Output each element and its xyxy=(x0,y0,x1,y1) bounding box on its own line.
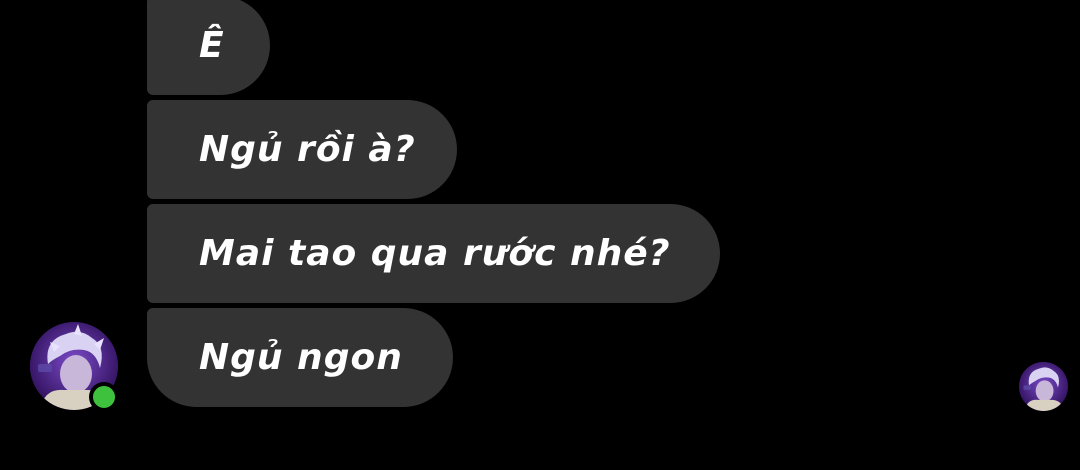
online-status-indicator xyxy=(89,382,119,412)
read-receipt-avatar xyxy=(1019,362,1068,411)
chat-thread: Ê Ngủ rồi à? Mai tao qua rước nhé? Ngủ n… xyxy=(0,0,1080,470)
message-bubble[interactable]: Ngủ rồi à? xyxy=(147,100,457,199)
message-text: Mai tao qua rước nhé? xyxy=(199,233,671,274)
message-bubble[interactable]: Ngủ ngon xyxy=(147,308,453,407)
seen-avatar-photo-icon xyxy=(1019,362,1068,411)
message-text: Ngủ ngon xyxy=(199,337,403,378)
message-bubble[interactable]: Mai tao qua rước nhé? xyxy=(147,204,720,303)
message-bubble[interactable]: Ê xyxy=(147,0,270,95)
message-text: Ngủ rồi à? xyxy=(199,129,416,170)
message-text: Ê xyxy=(199,25,225,66)
